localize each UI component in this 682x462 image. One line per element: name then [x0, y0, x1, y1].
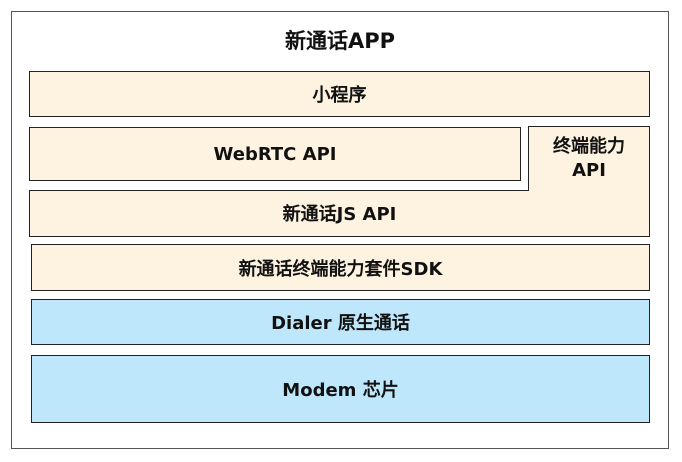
js-api-layer: 新通话JS API — [29, 190, 650, 237]
sdk-label: 新通话终端能力套件SDK — [238, 258, 443, 280]
mini-program-layer: 小程序 — [29, 71, 650, 117]
modem-label: Modem 芯片 — [282, 380, 399, 401]
webrtc-api-label: WebRTC API — [213, 143, 337, 165]
capability-api-label-line1: 终端能力 — [553, 136, 625, 157]
capability-api-label-line2: API — [572, 160, 606, 181]
js-api-top-border — [29, 190, 529, 191]
sdk-layer: 新通话终端能力套件SDK — [31, 244, 650, 291]
webrtc-api-layer: WebRTC API — [29, 127, 521, 181]
dialer-label: Dialer 原生通话 — [271, 313, 410, 334]
js-api-label: 新通话JS API — [282, 204, 397, 225]
app-title: 新通话APP — [284, 29, 396, 53]
mini-program-label: 小程序 — [312, 85, 367, 106]
capability-api-layer: 终端能力 API — [528, 126, 650, 191]
dialer-layer: Dialer 原生通话 — [31, 299, 650, 345]
modem-layer: Modem 芯片 — [31, 355, 650, 423]
